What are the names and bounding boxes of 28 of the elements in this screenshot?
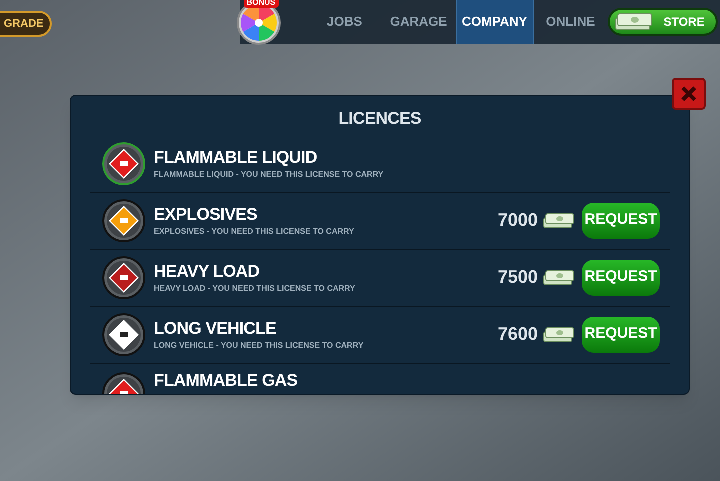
cash-stack-icon <box>542 324 576 344</box>
licence-description: HEAVY LOAD - YOU NEED THIS LICENSE TO CARRY <box>154 282 356 294</box>
licence-description: FLAMMABLE LIQUID - YOU NEED THIS LICENSE TO CARRY <box>154 168 384 180</box>
licence-name: LONG VEHICLE <box>154 318 278 340</box>
licence-description: LONG VEHICLE - YOU NEED THIS LICENSE TO CARRY <box>154 340 364 352</box>
licence-name: FLAMMABLE GAS <box>154 370 298 392</box>
nav-tab[interactable]: GARAGE <box>382 0 456 44</box>
cash-stack-icon <box>542 268 576 288</box>
store-button[interactable]: STORE <box>608 8 718 36</box>
cash-stack-icon <box>614 11 654 33</box>
nav-tab[interactable]: COMPANY <box>456 0 534 44</box>
licence-name: EXPLOSIVES <box>154 204 258 226</box>
nav-tab[interactable]: ONLINE <box>534 0 608 44</box>
upgrade-button[interactable]: GRADE <box>0 11 52 37</box>
request-button[interactable]: REQUEST <box>582 316 660 352</box>
request-button[interactable]: REQUEST <box>582 202 660 238</box>
licence-name: HEAVY LOAD <box>154 260 261 282</box>
request-button[interactable]: REQUEST <box>582 260 660 296</box>
licence-price: 7600 <box>498 323 538 346</box>
nav-tab[interactable]: JOBS <box>308 0 382 44</box>
licence-name: FLAMMABLE LIQUID <box>154 146 318 168</box>
close-icon <box>680 85 698 103</box>
licence-price: 7000 <box>498 209 538 232</box>
licence-description: EXPLOSIVES - YOU NEED THIS LICENSE TO CARRY <box>154 226 354 238</box>
dialog-title: LICENCES <box>338 108 422 130</box>
licence-price: 7500 <box>498 266 538 289</box>
cash-stack-icon <box>542 210 576 230</box>
close-button[interactable] <box>672 78 706 110</box>
